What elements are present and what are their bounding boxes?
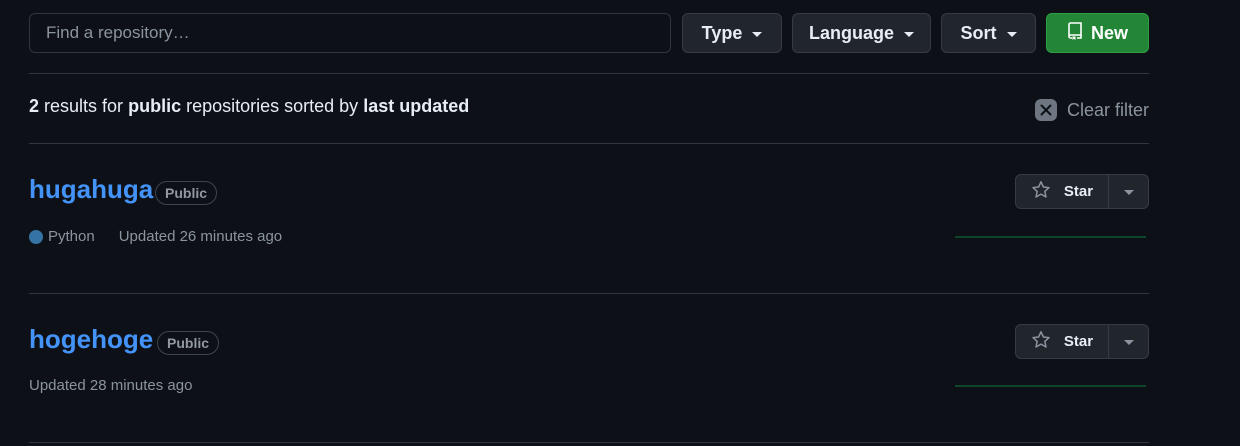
repo-book-icon bbox=[1067, 21, 1083, 45]
star-label: Star bbox=[1063, 333, 1094, 350]
repo-divider bbox=[29, 442, 1149, 443]
star-button[interactable]: Star bbox=[1016, 175, 1109, 208]
star-list-dropdown[interactable] bbox=[1109, 325, 1148, 358]
star-label: Star bbox=[1063, 183, 1094, 200]
results-filter: public bbox=[128, 96, 182, 116]
chevron-down-icon bbox=[1006, 31, 1017, 37]
repo-meta: Updated 28 minutes ago bbox=[29, 377, 192, 394]
language-filter-label: Language bbox=[808, 22, 894, 43]
repo-list-item: hugahuga Public Python Updated 26 minute… bbox=[29, 174, 1149, 264]
language-filter-button[interactable]: Language bbox=[792, 13, 931, 53]
repo-language: Python bbox=[48, 228, 95, 245]
results-text-sorted: repositories sorted by bbox=[186, 96, 359, 116]
sort-button[interactable]: Sort bbox=[941, 13, 1036, 53]
repo-updated: Updated 26 minutes ago bbox=[118, 228, 283, 245]
new-repository-button[interactable]: New bbox=[1046, 13, 1149, 53]
results-divider bbox=[29, 143, 1149, 144]
repo-name-link[interactable]: hogehoge bbox=[29, 324, 153, 355]
star-list-dropdown[interactable] bbox=[1109, 175, 1148, 208]
clear-filter-label: Clear filter bbox=[1066, 99, 1149, 120]
star-button[interactable]: Star bbox=[1016, 325, 1109, 358]
toolbar-divider bbox=[29, 73, 1149, 74]
repo-name-link[interactable]: hugahuga bbox=[29, 174, 153, 205]
new-repository-label: New bbox=[1090, 22, 1128, 43]
visibility-badge: Public bbox=[157, 331, 220, 355]
results-count: 2 bbox=[29, 96, 40, 116]
star-icon bbox=[1031, 330, 1051, 354]
chevron-down-icon bbox=[1123, 190, 1134, 195]
sort-label: Sort bbox=[960, 22, 997, 43]
chevron-down-icon bbox=[752, 31, 763, 37]
results-sort: last updated bbox=[363, 96, 470, 116]
close-icon bbox=[1034, 99, 1057, 121]
repo-updated: Updated 28 minutes ago bbox=[29, 377, 193, 394]
activity-sparkline bbox=[955, 236, 1146, 238]
repo-meta: Python Updated 26 minutes ago bbox=[29, 228, 282, 245]
type-filter-button[interactable]: Type bbox=[682, 13, 782, 53]
results-text: results for bbox=[44, 96, 124, 116]
repo-divider bbox=[29, 293, 1149, 294]
star-icon bbox=[1031, 180, 1051, 204]
results-summary: 2 results for public repositories sorted… bbox=[29, 96, 469, 117]
star-button-group: Star bbox=[1015, 174, 1149, 209]
language-color-dot bbox=[29, 229, 43, 244]
star-button-group: Star bbox=[1015, 324, 1149, 359]
chevron-down-icon bbox=[1123, 340, 1134, 345]
chevron-down-icon bbox=[904, 31, 914, 37]
find-repository-input[interactable] bbox=[29, 13, 671, 53]
visibility-badge: Public bbox=[155, 181, 218, 205]
activity-sparkline bbox=[955, 385, 1146, 387]
clear-filter-button[interactable]: Clear filter bbox=[1034, 99, 1149, 121]
repo-toolbar: Type Language Sort New bbox=[29, 13, 1149, 53]
type-filter-label: Type bbox=[701, 22, 743, 43]
repo-list-item: hogehoge Public Updated 28 minutes ago S… bbox=[29, 324, 1149, 414]
